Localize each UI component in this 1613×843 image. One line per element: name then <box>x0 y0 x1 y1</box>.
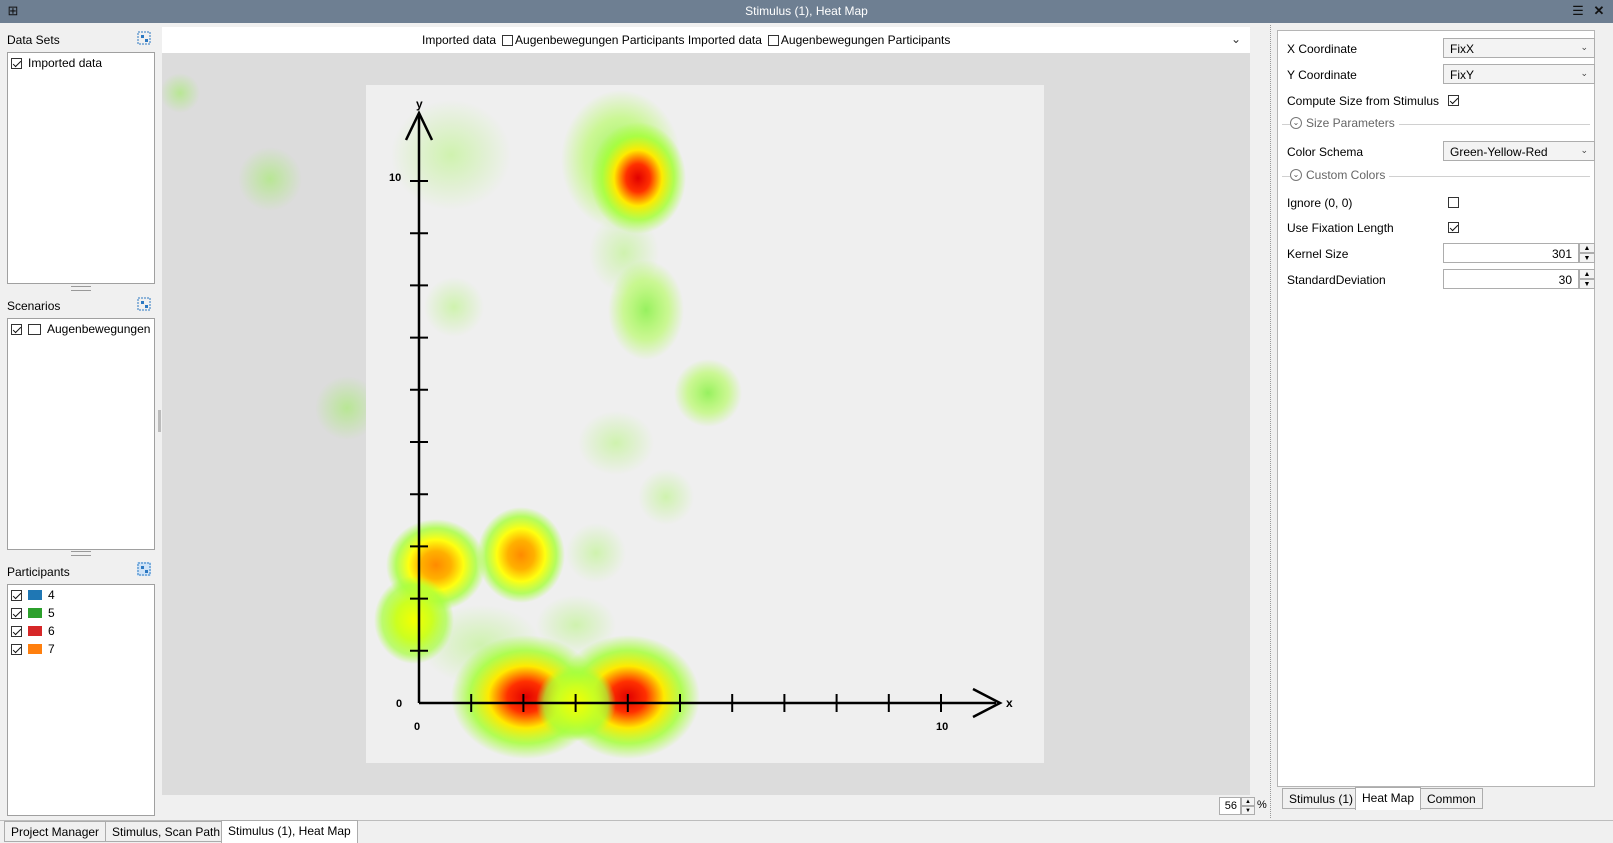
y-coordinate-select[interactable]: FixY ⌄ <box>1443 64 1595 84</box>
scenario-checkbox[interactable] <box>11 323 22 335</box>
header-checkbox[interactable] <box>502 34 514 46</box>
y-axis-label: y <box>416 97 423 111</box>
chevron-down-icon[interactable]: ⌄ <box>1231 32 1241 46</box>
participant-label: 4 <box>48 588 55 602</box>
close-icon[interactable]: ✕ <box>1591 3 1607 19</box>
fixation-length-label: Use Fixation Length <box>1287 221 1394 235</box>
std-dev-label: StandardDeviation <box>1287 273 1386 287</box>
size-parameters-expander[interactable]: ⌄ Size Parameters <box>1290 116 1399 130</box>
fixation-length-checkbox[interactable] <box>1448 222 1459 233</box>
list-item[interactable]: 5 <box>11 605 55 621</box>
vertical-splitter[interactable] <box>158 410 161 432</box>
expand-icon: ⌄ <box>1290 169 1302 181</box>
ignore-zero-label: Ignore (0, 0) <box>1287 196 1353 210</box>
participant-color-swatch <box>28 644 42 654</box>
x-axis-label: x <box>1006 696 1013 710</box>
participant-checkbox[interactable] <box>11 625 22 637</box>
kernel-size-stepper[interactable]: ▲ ▼ <box>1579 243 1595 263</box>
dataset-label: Imported data <box>28 56 103 70</box>
participant-color-swatch <box>28 626 42 636</box>
list-item[interactable]: Imported data <box>11 55 102 71</box>
grid-select-icon[interactable] <box>137 562 151 576</box>
splitter-handle[interactable] <box>71 286 91 291</box>
grid-select-icon[interactable] <box>137 31 151 45</box>
participant-label: 7 <box>48 642 55 656</box>
participant-color-swatch <box>28 590 42 600</box>
tab-stimulus-1[interactable]: Stimulus (1) <box>1282 788 1361 809</box>
compute-size-label: Compute Size from Stimulus <box>1287 94 1440 108</box>
list-item[interactable]: 4 <box>11 587 55 603</box>
zoom-input[interactable]: 56 <box>1219 797 1241 815</box>
stimulus-header: Imported data Augenbewegungen Participan… <box>162 27 1250 53</box>
list-item[interactable]: Augenbewegungen <box>11 321 150 337</box>
chevron-down-icon: ⌄ <box>1580 68 1588 78</box>
header-scenario-label: Augenbewegungen Participants <box>780 33 951 47</box>
header-scenario-label: Augenbewegungen Participants Imported da… <box>515 33 762 47</box>
window-title: Stimulus (1), Heat Map <box>745 4 868 18</box>
x-tick-label: 0 <box>414 721 420 733</box>
chevron-down-icon: ⌄ <box>1580 145 1588 155</box>
color-schema-select[interactable]: Green-Yellow-Red ⌄ <box>1443 141 1595 161</box>
std-dev-input[interactable]: 30 <box>1443 269 1579 289</box>
scenario-color-box <box>28 323 41 335</box>
kernel-size-input[interactable]: 301 <box>1443 243 1579 263</box>
x-coordinate-label: X Coordinate <box>1287 42 1358 56</box>
panel-settings-icon[interactable]: ☰ <box>1570 3 1586 19</box>
tab-heat-map[interactable]: Heat Map <box>1355 787 1422 810</box>
chevron-down-icon: ⌄ <box>1580 42 1588 52</box>
splitter-handle[interactable] <box>71 551 91 556</box>
color-schema-label: Color Schema <box>1287 145 1364 159</box>
scenario-label: Augenbewegungen <box>47 322 151 336</box>
tab-common[interactable]: Common <box>1420 788 1483 809</box>
std-dev-stepper[interactable]: ▲ ▼ <box>1579 269 1595 289</box>
scenarios-title: Scenarios <box>7 299 61 313</box>
participants-list[interactable]: 4 5 6 7 <box>7 584 155 816</box>
compute-size-checkbox[interactable] <box>1448 95 1459 106</box>
header-checkbox[interactable] <box>767 34 779 46</box>
tab-project-manager[interactable]: Project Manager <box>4 821 107 842</box>
header-dataset-label: Imported data <box>422 33 497 47</box>
participant-color-swatch <box>28 608 42 618</box>
grid-select-icon[interactable] <box>137 297 151 311</box>
vertical-splitter[interactable] <box>1270 25 1274 818</box>
participant-label: 6 <box>48 624 55 638</box>
tab-scan-path[interactable]: Stimulus, Scan Path <box>105 821 228 842</box>
participant-checkbox[interactable] <box>11 607 22 619</box>
x-tick-label: 10 <box>936 721 948 733</box>
title-bar: ⊞ Stimulus (1), Heat Map ☰ ✕ <box>0 0 1613 23</box>
custom-colors-expander[interactable]: ⌄ Custom Colors <box>1290 168 1390 182</box>
participant-checkbox[interactable] <box>11 643 22 655</box>
ignore-zero-checkbox[interactable] <box>1448 197 1459 208</box>
heatmap-canvas[interactable]: y x 0 10 0 10 <box>162 53 1250 795</box>
stimulus-image: y x 0 10 0 10 <box>366 85 1044 763</box>
expand-icon: ⌄ <box>1290 117 1302 129</box>
kernel-size-label: Kernel Size <box>1287 247 1349 261</box>
tab-heat-map-document[interactable]: Stimulus (1), Heat Map <box>221 820 358 843</box>
dataset-checkbox[interactable] <box>11 57 22 69</box>
list-item[interactable]: 6 <box>11 623 55 639</box>
datasets-title: Data Sets <box>7 33 60 47</box>
y-tick-label: 0 <box>396 698 402 710</box>
x-coordinate-select[interactable]: FixX ⌄ <box>1443 38 1595 58</box>
participant-checkbox[interactable] <box>11 589 22 601</box>
participants-title: Participants <box>7 565 70 579</box>
properties-panel: X Coordinate FixX ⌄ Y Coordinate FixY ⌄ Co… <box>1277 30 1595 787</box>
y-coordinate-label: Y Coordinate <box>1287 68 1357 82</box>
datasets-list[interactable]: Imported data <box>7 52 155 284</box>
y-tick-label: 10 <box>389 172 401 184</box>
zoom-unit: % <box>1257 799 1267 811</box>
list-item[interactable]: 7 <box>11 641 55 657</box>
scenarios-list[interactable]: Augenbewegungen <box>7 318 155 550</box>
heatmap-plot: y x 0 10 0 10 <box>374 90 1013 759</box>
zoom-stepper[interactable]: ▲ ▼ <box>1241 797 1255 815</box>
participant-label: 5 <box>48 606 55 620</box>
